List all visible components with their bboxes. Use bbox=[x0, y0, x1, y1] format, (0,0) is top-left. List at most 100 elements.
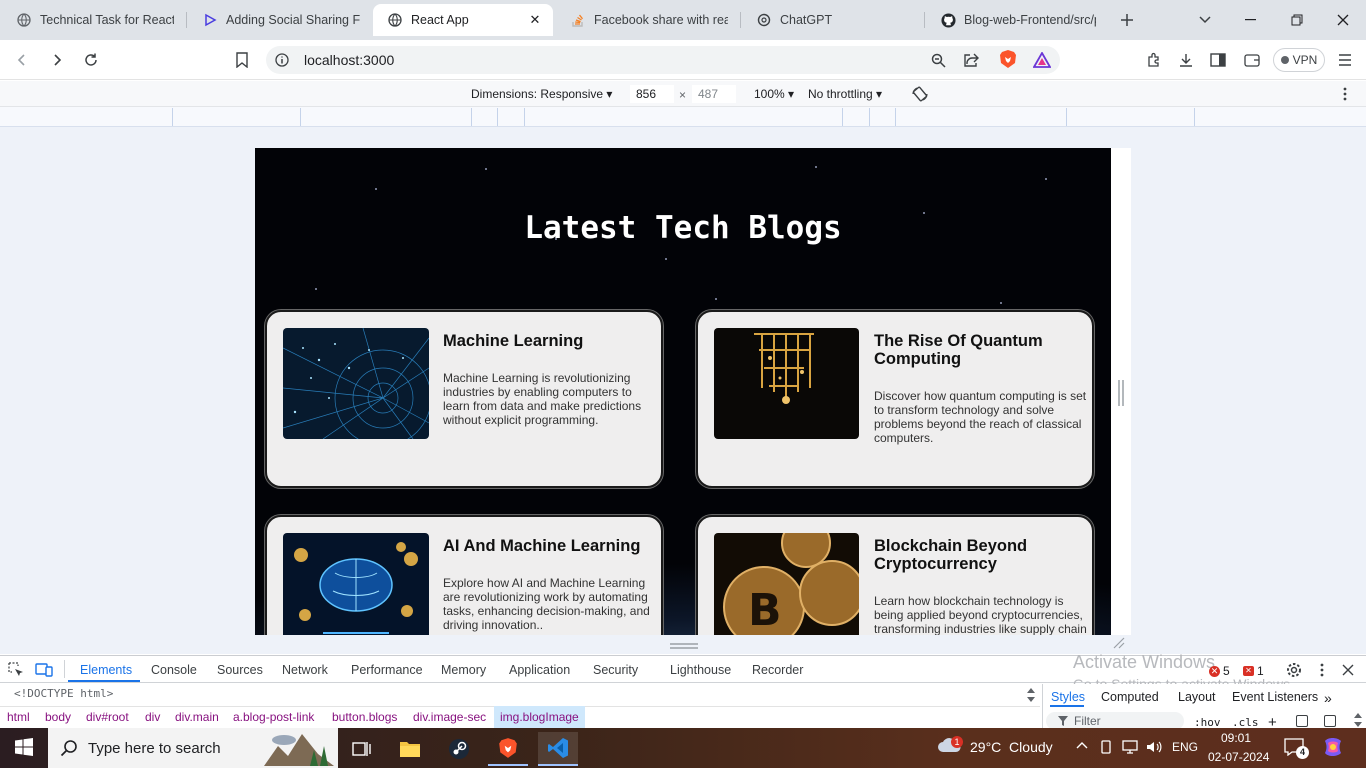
vscode-taskbar-icon[interactable] bbox=[538, 732, 578, 766]
show-hidden-icons-icon[interactable] bbox=[1075, 739, 1089, 753]
task-view-icon[interactable] bbox=[342, 732, 382, 766]
zoom-dropdown[interactable]: 100% ▾ bbox=[754, 87, 794, 101]
share-icon[interactable] bbox=[959, 48, 983, 72]
new-tab-button[interactable] bbox=[1112, 8, 1142, 32]
devtools-tab-network[interactable]: Network bbox=[282, 663, 328, 677]
more-tabs-icon[interactable]: » bbox=[1324, 690, 1332, 706]
download-icon[interactable] bbox=[1174, 48, 1198, 72]
clock-date[interactable]: 02-07-2024 bbox=[1208, 750, 1269, 764]
restore-icon[interactable] bbox=[1282, 8, 1312, 32]
menu-icon[interactable] bbox=[1333, 48, 1357, 72]
devtools-tab-memory[interactable]: Memory bbox=[441, 663, 486, 677]
dimensions-dropdown[interactable]: Dimensions: Responsive ▾ bbox=[471, 87, 612, 101]
minimize-icon[interactable] bbox=[1236, 8, 1266, 32]
sidebar-icon[interactable] bbox=[1206, 48, 1230, 72]
inspect-element-icon[interactable] bbox=[6, 660, 26, 680]
taskbar-search-box[interactable]: Type here to search bbox=[48, 728, 338, 768]
network-icon[interactable] bbox=[1122, 740, 1138, 754]
weather-text[interactable]: 29°C Cloudy bbox=[970, 739, 1053, 755]
browser-tab[interactable]: Facebook share with react bbox=[556, 6, 738, 34]
brave-shields-icon[interactable] bbox=[996, 47, 1020, 71]
devtools-more-icon[interactable] bbox=[1312, 660, 1332, 680]
url-text[interactable]: localhost:3000 bbox=[304, 52, 394, 68]
browser-tab[interactable]: Technical Task for React JS bbox=[2, 6, 184, 34]
blog-image[interactable] bbox=[283, 328, 429, 439]
blog-image[interactable] bbox=[714, 328, 859, 439]
breadcrumb-item[interactable]: html bbox=[7, 710, 30, 724]
breadcrumb-item[interactable]: button.blogs bbox=[332, 710, 397, 724]
height-input[interactable]: 487 bbox=[692, 85, 736, 103]
devtools-tab-lighthouse[interactable]: Lighthouse bbox=[670, 663, 731, 677]
devtools-tab-performance[interactable]: Performance bbox=[351, 663, 423, 677]
width-input[interactable]: 856 bbox=[630, 85, 674, 103]
blog-card[interactable]: Machine Learning Machine Learning is rev… bbox=[265, 310, 663, 488]
toggle-sidebar-icon[interactable] bbox=[1324, 715, 1336, 727]
vpn-button[interactable]: VPN bbox=[1273, 48, 1325, 72]
device-options-icon[interactable] bbox=[1335, 84, 1355, 104]
volume-icon[interactable] bbox=[1146, 740, 1162, 754]
zoom-icon[interactable] bbox=[926, 48, 950, 72]
device-toggle-icon[interactable] bbox=[34, 660, 54, 680]
error-counter[interactable]: ✕ 5 bbox=[1209, 664, 1230, 678]
blog-image[interactable]: B bbox=[714, 533, 859, 635]
site-info-icon[interactable] bbox=[270, 48, 294, 72]
viewport-height-resize-handle[interactable] bbox=[670, 642, 698, 650]
devtools-tab-sources[interactable]: Sources bbox=[217, 663, 263, 677]
breadcrumb-item[interactable]: div#root bbox=[86, 710, 129, 724]
language-indicator[interactable]: ENG bbox=[1172, 740, 1198, 754]
devtools-tab-console[interactable]: Console bbox=[151, 663, 197, 677]
devtools-settings-icon[interactable] bbox=[1284, 660, 1304, 680]
meet-now-icon[interactable] bbox=[1099, 740, 1113, 754]
dom-scrollbar[interactable] bbox=[1026, 686, 1038, 704]
rotate-icon[interactable] bbox=[909, 83, 931, 105]
styles-scrollbar[interactable] bbox=[1353, 712, 1363, 728]
breadcrumb-item[interactable]: div.main bbox=[175, 710, 219, 724]
extensions-icon[interactable] bbox=[1142, 48, 1166, 72]
close-tab-icon[interactable]: ✕ bbox=[527, 12, 543, 28]
wallet-icon[interactable] bbox=[1240, 48, 1264, 72]
windows-start-icon[interactable] bbox=[4, 730, 44, 764]
breadcrumb-item[interactable]: div bbox=[145, 710, 160, 724]
blog-card[interactable]: The Rise Of Quantum Computing Discover h… bbox=[696, 310, 1094, 488]
media-query-bar[interactable] bbox=[0, 107, 1366, 127]
element-state-icon[interactable] bbox=[1296, 715, 1308, 727]
browser-tab[interactable]: Blog-web-Frontend/src/pa bbox=[926, 6, 1106, 34]
throttling-dropdown[interactable]: No throttling ▾ bbox=[808, 87, 882, 101]
clock-time[interactable]: 09:01 bbox=[1221, 731, 1251, 745]
browser-tab-active[interactable]: React App ✕ bbox=[373, 4, 553, 36]
bookmark-icon[interactable] bbox=[230, 48, 254, 72]
brave-rewards-icon[interactable] bbox=[1030, 48, 1054, 72]
browser-tab[interactable]: Adding Social Sharing Fea bbox=[188, 6, 370, 34]
issues-counter[interactable]: ✕ 1 bbox=[1243, 664, 1264, 678]
back-icon[interactable] bbox=[10, 48, 34, 72]
devtools-tab-elements[interactable]: Elements bbox=[80, 663, 132, 677]
viewport-corner-resize-handle[interactable] bbox=[1112, 636, 1128, 652]
devtools-tab-security[interactable]: Security bbox=[593, 663, 638, 677]
copilot-icon[interactable] bbox=[1322, 736, 1344, 758]
brave-browser-taskbar-icon[interactable] bbox=[488, 732, 528, 766]
breadcrumb-item[interactable]: a.blog-post-link bbox=[233, 710, 314, 724]
breadcrumb-item[interactable]: div.image-sec bbox=[413, 710, 486, 724]
browser-tab[interactable]: ChatGPT bbox=[742, 6, 922, 34]
devtools-close-icon[interactable] bbox=[1338, 660, 1358, 680]
computed-tab[interactable]: Computed bbox=[1101, 690, 1159, 704]
breadcrumb-item[interactable]: body bbox=[45, 710, 71, 724]
reload-icon[interactable] bbox=[79, 48, 103, 72]
activate-windows-title: Activate Windows bbox=[1073, 652, 1216, 672]
blog-image[interactable] bbox=[283, 533, 429, 635]
forward-icon[interactable] bbox=[45, 48, 69, 72]
steam-icon[interactable] bbox=[439, 732, 479, 766]
blog-card[interactable]: B Blockchain Beyond Cryptocurrency Learn… bbox=[696, 515, 1094, 635]
file-explorer-icon[interactable] bbox=[390, 732, 430, 766]
breadcrumb-item-selected[interactable]: img.blogImage bbox=[494, 706, 585, 728]
dom-tree-doctype[interactable]: <!DOCTYPE html> bbox=[14, 687, 113, 700]
devtools-tab-application[interactable]: Application bbox=[509, 663, 570, 677]
layout-tab[interactable]: Layout bbox=[1178, 690, 1216, 704]
blog-card[interactable]: AI And Machine Learning Explore how AI a… bbox=[265, 515, 663, 635]
tab-search-icon[interactable] bbox=[1190, 8, 1220, 32]
close-window-icon[interactable] bbox=[1328, 8, 1358, 32]
event-listeners-tab[interactable]: Event Listeners bbox=[1232, 690, 1318, 704]
devtools-tab-recorder[interactable]: Recorder bbox=[752, 663, 803, 677]
styles-tab[interactable]: Styles bbox=[1051, 690, 1085, 704]
viewport-width-resize-handle[interactable] bbox=[1118, 380, 1124, 406]
